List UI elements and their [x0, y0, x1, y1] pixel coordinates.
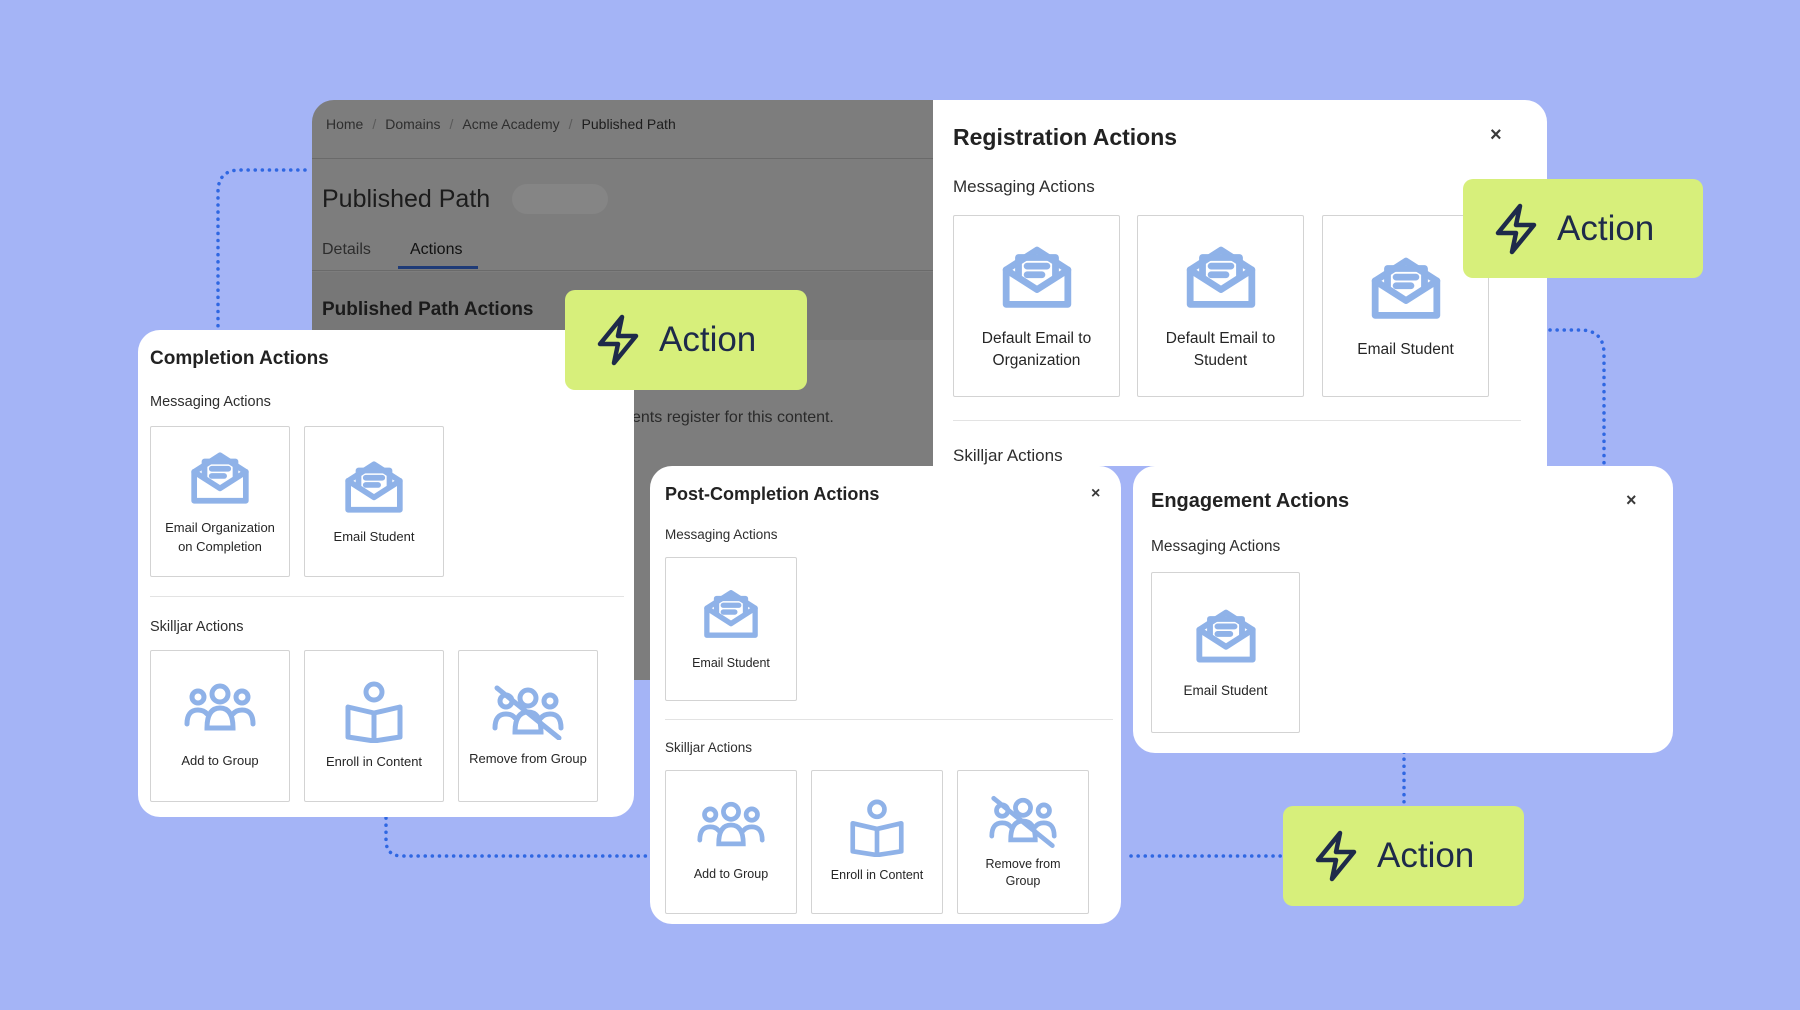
registration-actions-panel: Registration Actions × Messaging Actions…: [933, 100, 1547, 466]
action-badge: Action: [565, 290, 807, 390]
tile-label: Add to Group: [693, 867, 769, 882]
breadcrumb-domains[interactable]: Domains: [385, 116, 440, 132]
tile-label: Remove from Group: [469, 750, 587, 766]
tile-label: Add to Group: [181, 752, 259, 768]
remove-group-icon: [492, 685, 564, 740]
skilljar-actions-label: Skilljar Actions: [150, 619, 244, 635]
tile-add-to-group[interactable]: Add to Group: [150, 650, 290, 802]
lightning-icon: [1315, 830, 1357, 882]
skilljar-actions-label: Skilljar Actions: [953, 446, 1063, 465]
active-tab-indicator: [398, 266, 478, 269]
tile-label: Enroll in Content: [830, 868, 924, 883]
engagement-actions-title: Engagement Actions: [1151, 490, 1350, 512]
engagement-actions-panel: Engagement Actions × Messaging Actions E…: [1133, 466, 1673, 753]
breadcrumb-separator: /: [449, 116, 454, 132]
tab-details[interactable]: Details: [322, 241, 371, 259]
remove-group-icon: [989, 795, 1057, 848]
messaging-actions-label: Messaging Actions: [953, 177, 1095, 196]
section-divider: [150, 596, 624, 597]
tile-label: Email Student: [1183, 683, 1268, 699]
section-divider: [953, 420, 1521, 421]
breadcrumb-separator: /: [568, 116, 573, 132]
section-title: Published Path Actions: [322, 299, 534, 320]
messaging-actions-label: Messaging Actions: [665, 527, 778, 542]
envelope-icon: [1002, 247, 1071, 309]
tile-remove-from-group[interactable]: Remove from Group: [957, 770, 1089, 914]
breadcrumb-current: Published Path: [581, 116, 676, 132]
envelope-icon: [1371, 257, 1440, 319]
envelope-icon: [345, 461, 403, 514]
tile-enroll-in-content[interactable]: Enroll in Content: [811, 770, 943, 914]
action-badge-label: Action: [1557, 208, 1655, 248]
section-description: ents register for this content.: [632, 409, 834, 426]
tile-email-organization-completion[interactable]: Email Organization on Completion: [150, 426, 290, 577]
breadcrumb: Home / Domains / Acme Academy / Published Path: [326, 116, 676, 132]
registration-actions-title: Registration Actions: [953, 124, 1178, 150]
tile-remove-from-group[interactable]: Remove from Group: [458, 650, 598, 802]
tile-label: Default Email to Organization: [981, 330, 1092, 369]
lightning-icon: [597, 314, 639, 366]
post-completion-actions-title: Post-Completion Actions: [665, 484, 880, 504]
action-badge: Action: [1283, 806, 1524, 906]
tile-add-to-group[interactable]: Add to Group: [665, 770, 797, 914]
tile-label: Default Email to Student: [1165, 330, 1276, 369]
tile-enroll-in-content[interactable]: Enroll in Content: [304, 650, 444, 802]
tile-label: Email Student: [1357, 341, 1454, 359]
breadcrumb-acme-academy[interactable]: Acme Academy: [462, 116, 559, 132]
tabs-divider: [312, 270, 982, 271]
action-badge-label: Action: [659, 320, 757, 359]
tile-label: Email Student: [692, 656, 770, 671]
close-icon[interactable]: ×: [1626, 491, 1637, 509]
skilljar-actions-label: Skilljar Actions: [665, 740, 753, 755]
enroll-icon: [345, 681, 403, 743]
envelope-icon: [704, 590, 758, 639]
envelope-icon: [191, 452, 249, 504]
header-divider: [312, 158, 982, 159]
tile-email-student[interactable]: Email Student: [304, 426, 444, 577]
group-icon: [184, 683, 256, 731]
completion-actions-panel: Completion Actions Messaging Actions Ema…: [138, 330, 634, 817]
breadcrumb-separator: /: [372, 116, 377, 132]
status-badge: [512, 184, 608, 214]
envelope-icon: [1195, 609, 1256, 663]
messaging-actions-label: Messaging Actions: [1151, 538, 1281, 555]
action-badge: Action: [1463, 179, 1703, 278]
messaging-actions-label: Messaging Actions: [150, 394, 271, 410]
tile-email-student[interactable]: Email Student: [665, 557, 797, 701]
tab-actions[interactable]: Actions: [410, 241, 462, 259]
close-icon[interactable]: ×: [1091, 486, 1100, 502]
envelope-icon: [1186, 247, 1255, 309]
post-completion-actions-panel: Post-Completion Actions × Messaging Acti…: [650, 466, 1121, 924]
breadcrumb-home[interactable]: Home: [326, 116, 363, 132]
tile-label: Enroll in Content: [325, 753, 423, 769]
page-title: Published Path: [322, 185, 491, 213]
tile-default-email-student[interactable]: Default Email to Student: [1137, 215, 1304, 397]
action-badge-label: Action: [1377, 836, 1475, 875]
tile-default-email-organization[interactable]: Default Email to Organization: [953, 215, 1120, 397]
completion-actions-title: Completion Actions: [150, 348, 329, 369]
enroll-icon: [850, 799, 904, 858]
lightning-icon: [1495, 203, 1537, 254]
close-icon[interactable]: ×: [1490, 125, 1502, 145]
tile-label: Email Organization on Completion: [165, 520, 275, 554]
tile-label: Email Student: [333, 529, 415, 545]
section-divider: [665, 719, 1113, 720]
group-icon: [697, 802, 765, 847]
tile-label: Remove from Group: [985, 856, 1061, 889]
tile-email-student[interactable]: Email Student: [1151, 572, 1300, 733]
